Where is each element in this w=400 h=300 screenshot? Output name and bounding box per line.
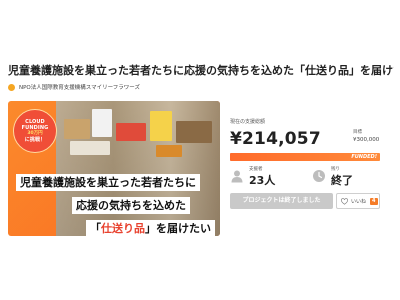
caption-line: 応援の気持ちを込めた [72, 197, 190, 214]
caption-line: 「仕送り品」を届けたい [86, 220, 215, 236]
hero-image: CLOUD FUNDING 30万円 に挑戦！ 児童養護施設を巣立った若者たちに… [8, 101, 220, 236]
like-button[interactable]: いいね 4 [336, 193, 380, 209]
current-amount: ¥214,057 [230, 129, 321, 149]
caption-line: 児童養護施設を巣立った若者たちに [16, 174, 200, 191]
clock-icon [313, 170, 325, 182]
goal-label: 目標 [353, 130, 362, 135]
caption-quote-close: 」を届けたい [145, 222, 211, 235]
like-label: いいね [351, 198, 367, 205]
progress-text: FUNDED! [351, 154, 377, 160]
photo-box [70, 141, 110, 155]
organization-row[interactable]: NPO法人国際教育支援機構スマイリーフラワーズ [8, 82, 140, 92]
badge-line: に挑戦！ [24, 137, 46, 143]
photo-box [92, 109, 112, 137]
caption-highlight: 仕送り品 [101, 222, 145, 235]
like-count: 4 [370, 197, 378, 205]
heart-icon [341, 197, 348, 205]
current-amount-label: 現在の支援総額 [230, 119, 266, 125]
progress-bar: FUNDED! [230, 153, 380, 161]
page-title: 児童養護施設を巣立った若者たちに応援の気持ちを込めた「仕送り品」を届けたい [8, 64, 394, 77]
caption-quote-open: 「 [90, 222, 101, 235]
photo-box [64, 119, 90, 139]
crowdfunding-badge: CLOUD FUNDING 30万円 に挑戦！ [13, 109, 57, 153]
organization-name[interactable]: NPO法人国際教育支援機構スマイリーフラワーズ [19, 83, 140, 91]
organization-avatar [8, 83, 15, 91]
hero-caption: 児童養護施設を巣立った若者たちに 応援の気持ちを込めた 「仕送り品」を届けたい [16, 171, 215, 236]
goal-amount: ¥300,000 [353, 137, 380, 143]
photo-box [150, 111, 172, 141]
project-ended-button[interactable]: プロジェクトは終了しました [230, 193, 333, 209]
supporters-count: 23人 [249, 174, 276, 187]
remaining-value: 終了 [331, 174, 353, 187]
person-icon [231, 170, 243, 183]
funding-panel: 現在の支援総額 ¥214,057 目標 ¥300,000 FUNDED! 支援者… [228, 101, 392, 236]
photo-box [156, 145, 182, 157]
photo-box [116, 123, 146, 141]
photo-box [176, 121, 212, 143]
